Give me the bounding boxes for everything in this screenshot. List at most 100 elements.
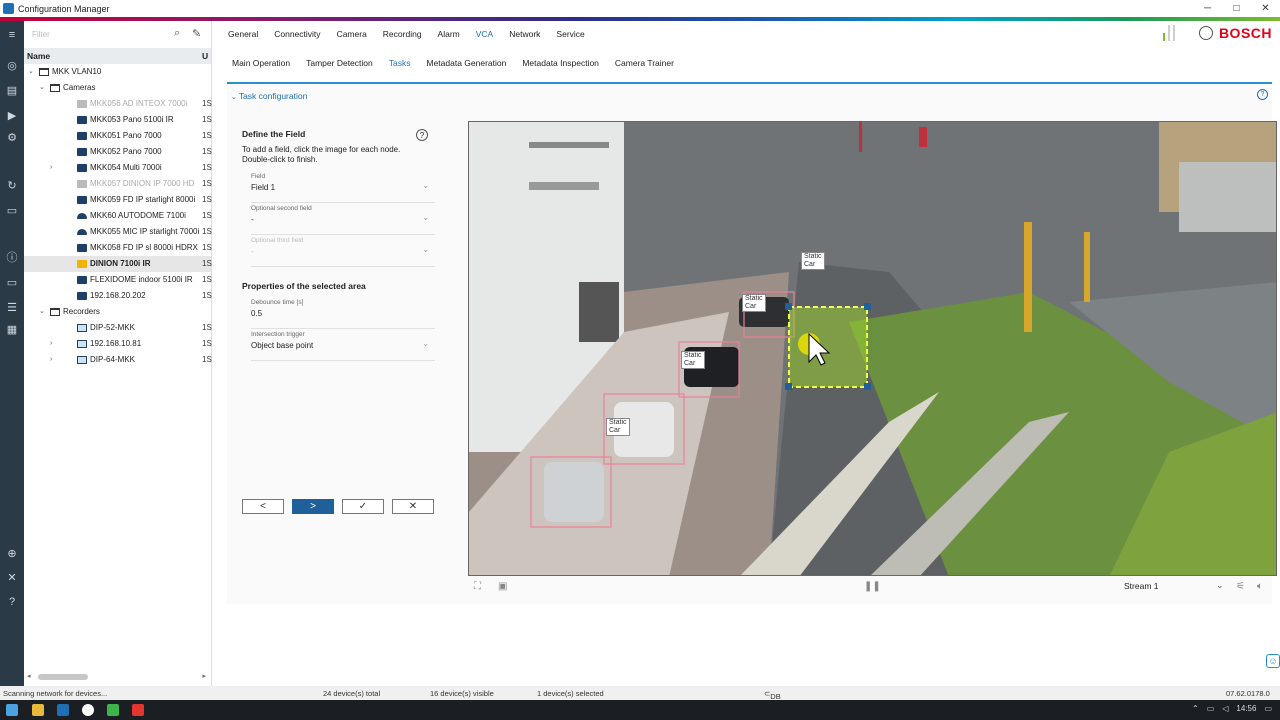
tab-service[interactable]: Service bbox=[556, 29, 584, 39]
config-manager-taskbar-icon[interactable] bbox=[57, 704, 69, 716]
tree-row[interactable]: DIP-52-MKK 1S bbox=[24, 320, 212, 336]
globe-icon[interactable]: ⊕ bbox=[5, 547, 19, 561]
tree-scrollbar[interactable]: ◂ ▸ bbox=[24, 672, 212, 682]
tree-row[interactable]: DINION 7100i IR 1S bbox=[24, 256, 212, 272]
browser-icon[interactable] bbox=[82, 704, 94, 716]
tray-chevron-icon[interactable]: ⌃ bbox=[1192, 704, 1199, 713]
camera-video-view[interactable]: Static Car Static Car Static Car Static Car bbox=[468, 121, 1277, 576]
tree-row-label: MKK059 FD IP starlight 8000i bbox=[90, 195, 196, 204]
fullscreen-icon[interactable]: ⛶ bbox=[474, 581, 481, 592]
tree-row[interactable]: MKK058 FD IP sl 8000i HDRX 1S bbox=[24, 240, 212, 256]
tree-row[interactable]: FLEXIDOME indoor 5100i IR 1S bbox=[24, 272, 212, 288]
panel-header[interactable]: ⌄ Task configuration bbox=[231, 91, 307, 101]
subtab-tasks[interactable]: Tasks bbox=[389, 58, 411, 68]
monitor-icon[interactable]: ▭ bbox=[5, 276, 19, 290]
notifications-icon[interactable]: ▭ bbox=[1264, 704, 1272, 713]
pause-icon[interactable]: ❚❚ bbox=[864, 581, 881, 592]
tree-row[interactable]: ⌄ Recorders bbox=[24, 304, 211, 320]
overlay-settings-icon[interactable]: ⚟ bbox=[1236, 581, 1245, 592]
second-field-select[interactable]: Optional second field - ⌄ bbox=[251, 203, 435, 235]
debounce-input[interactable]: Debounce time [s] 0.5 bbox=[251, 297, 435, 329]
tree-row[interactable]: 192.168.20.202 1S bbox=[24, 288, 212, 304]
stream-select[interactable]: Stream 1 ⌄ bbox=[1124, 580, 1224, 591]
subtab-tamper-detection[interactable]: Tamper Detection bbox=[306, 58, 373, 68]
feedback-icon[interactable]: ☺ bbox=[1266, 654, 1280, 668]
help-icon[interactable]: ? bbox=[5, 595, 19, 609]
cancel-button[interactable]: ✕ bbox=[392, 499, 434, 514]
status-total: 24 device(s) total bbox=[323, 689, 381, 698]
minimize-button[interactable]: ─ bbox=[1193, 0, 1222, 17]
info-icon[interactable]: ⓘ bbox=[5, 251, 19, 265]
app-red-icon[interactable] bbox=[132, 704, 144, 716]
chevron-down-icon: ⌄ bbox=[422, 181, 429, 190]
paperclip-icon[interactable]: ✎ bbox=[192, 27, 201, 40]
column-name[interactable]: Name bbox=[27, 51, 50, 61]
chevron-right-icon[interactable]: › bbox=[50, 160, 52, 176]
tree-row[interactable]: MKK60 AUTODOME 7100i 1S bbox=[24, 208, 212, 224]
network-scan-icon[interactable]: ◎ bbox=[5, 59, 19, 73]
chevron-down-icon[interactable]: ⌄ bbox=[28, 64, 34, 80]
subtab-main-operation[interactable]: Main Operation bbox=[232, 58, 290, 68]
intersection-trigger-select[interactable]: Intersection trigger Object base point ⌄ bbox=[251, 329, 435, 361]
tree-row-label: MKK60 AUTODOME 7100i bbox=[90, 211, 186, 220]
tree-row[interactable]: MKK059 FD IP starlight 8000i 1S bbox=[24, 192, 212, 208]
refresh-icon[interactable]: ↻ bbox=[5, 179, 19, 193]
tab-general[interactable]: General bbox=[228, 29, 258, 39]
form-help-icon[interactable]: ? bbox=[416, 129, 428, 141]
tray-volume-icon[interactable]: ◁ bbox=[1222, 704, 1228, 713]
tray-network-icon[interactable]: ▭ bbox=[1207, 704, 1215, 713]
ok-button[interactable]: ✓ bbox=[342, 499, 384, 514]
tree-row[interactable]: ⌄ Cameras bbox=[24, 80, 211, 96]
tree-row[interactable]: MKK053 Pano 5100i IR 1S bbox=[24, 112, 212, 128]
field-select[interactable]: Field Field 1 ⌄ bbox=[251, 171, 435, 203]
next-button[interactable]: > bbox=[292, 499, 334, 514]
list-icon[interactable]: ☰ bbox=[5, 301, 19, 315]
tree-row-label: Recorders bbox=[63, 307, 100, 316]
tree-row[interactable]: MKK051 Pano 7000 1S bbox=[24, 128, 212, 144]
explorer-icon[interactable] bbox=[32, 704, 44, 716]
bosch-logo-icon bbox=[1198, 26, 1213, 40]
tools-icon[interactable]: ✕ bbox=[5, 571, 19, 585]
subtab-metadata-inspection[interactable]: Metadata Inspection bbox=[522, 58, 599, 68]
filter-input[interactable]: Filter bbox=[32, 30, 50, 39]
tree-row[interactable]: ⌄ MKK VLAN10 bbox=[24, 64, 211, 80]
tree-row[interactable]: › 192.168.10.81 1S bbox=[24, 336, 212, 352]
maximize-button[interactable]: □ bbox=[1222, 0, 1251, 17]
tab-recording[interactable]: Recording bbox=[383, 29, 422, 39]
tab-camera[interactable]: Camera bbox=[337, 29, 367, 39]
video-icon[interactable]: ▶ bbox=[5, 109, 19, 123]
start-icon[interactable] bbox=[6, 704, 18, 716]
chevron-right-icon[interactable]: › bbox=[50, 336, 52, 352]
save-icon[interactable]: ▭ bbox=[5, 204, 19, 218]
subtab-camera-trainer[interactable]: Camera Trainer bbox=[615, 58, 674, 68]
audio-icon[interactable]: 🔈︎ bbox=[1257, 581, 1263, 592]
back-button[interactable]: < bbox=[242, 499, 284, 514]
tree-row[interactable]: MKK052 Pano 7000 1S bbox=[24, 144, 212, 160]
gear-icon[interactable]: ⚙ bbox=[5, 131, 19, 145]
subtab-metadata-generation[interactable]: Metadata Generation bbox=[426, 58, 506, 68]
app-green-icon[interactable] bbox=[107, 704, 119, 716]
tree-row[interactable]: MKK057 DINION IP 7000 HD 1S bbox=[24, 176, 212, 192]
close-button[interactable]: ✕ bbox=[1251, 0, 1280, 17]
chevron-down-icon[interactable]: ⌄ bbox=[39, 80, 45, 96]
clock[interactable]: 14:56 bbox=[1236, 704, 1256, 713]
snapshot-icon[interactable]: ▣ bbox=[498, 581, 507, 592]
grid-icon[interactable]: ▦ bbox=[5, 323, 19, 337]
tree-row[interactable]: › DIP-64-MKK 1S bbox=[24, 352, 212, 368]
tree-row[interactable]: › MKK054 Multi 7000i 1S bbox=[24, 160, 212, 176]
chevron-down-icon[interactable]: ⌄ bbox=[39, 304, 45, 320]
car-4 bbox=[544, 462, 604, 522]
tree-row[interactable]: MKK055 MIC IP starlight 7000i 1S bbox=[24, 224, 212, 240]
panel-help-icon[interactable]: ? bbox=[1257, 89, 1268, 100]
tab-alarm[interactable]: Alarm bbox=[438, 29, 460, 39]
tab-network[interactable]: Network bbox=[509, 29, 540, 39]
chevron-right-icon[interactable]: › bbox=[50, 352, 52, 368]
menu-icon[interactable]: ≡ bbox=[5, 28, 19, 42]
tab-connectivity[interactable]: Connectivity bbox=[274, 29, 320, 39]
tab-vca[interactable]: VCA bbox=[476, 29, 493, 39]
tree-row[interactable]: MKK056 AD INTEOX 7000i 1S bbox=[24, 96, 212, 112]
column-u[interactable]: U bbox=[202, 51, 208, 61]
devices-icon[interactable]: ▤ bbox=[5, 84, 19, 98]
third-field-select: Optional third field - ⌄ bbox=[251, 235, 435, 267]
search-icon[interactable]: ⌕ bbox=[174, 27, 180, 40]
